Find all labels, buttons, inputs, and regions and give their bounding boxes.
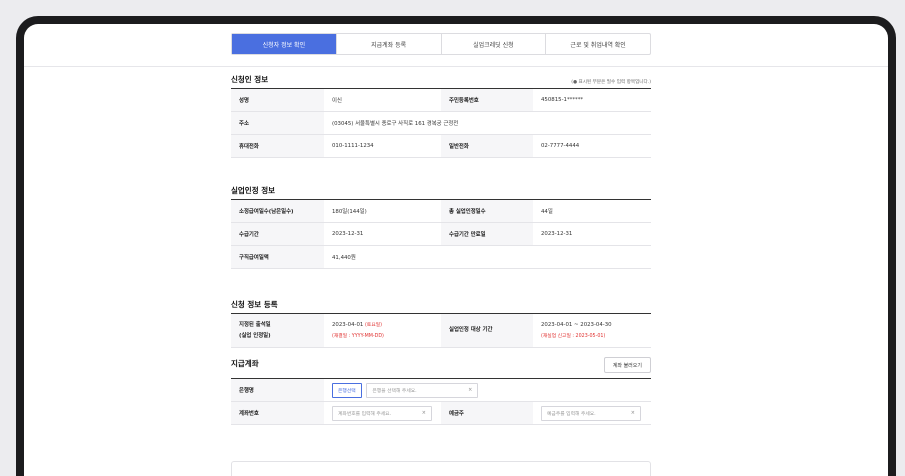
table-row: 계좌번호 계좌번호를 입력해 주세요. × 예금주 예금주를 입력해 주세요. … xyxy=(231,401,651,425)
target-period-label: 실업인정 대상 기간 xyxy=(441,313,533,348)
applicant-section-header: 신청인 정보 (● 표시된 부분은 필수 입력 항목입니다.) xyxy=(231,68,651,88)
mobile-value: 010-1111-1234 xyxy=(324,134,441,158)
applicant-table: 성명 이신 주민등록번호 450815-1****** 주소 (03045) 서… xyxy=(231,88,651,158)
recognition-section-title: 실업인정 정보 xyxy=(231,186,276,195)
table-row: 소정급여일수(남은일수) 180일(144일) 총 실업인정일수 44일 xyxy=(231,199,651,223)
recognition-table: 소정급여일수(남은일수) 180일(144일) 총 실업인정일수 44일 수급기… xyxy=(231,199,651,269)
clear-icon[interactable]: × xyxy=(422,410,426,416)
table-row: 지정된 출석일 (실업 인정일) 2023-04-01 (토요일) (재결일 :… xyxy=(231,313,651,348)
target-hint: (재실업 신고일 : 2023-05-01) xyxy=(541,333,606,339)
owner-cell: 예금주를 입력해 주세요. × xyxy=(533,401,651,425)
load-account-button[interactable]: 계좌 불러오기 xyxy=(603,357,651,373)
attend-date-label: 지정된 출석일 (실업 인정일) xyxy=(231,313,324,348)
target-period-value: 2023-04-01 ~ 2023-04-30 (재실업 신고일 : 2023-… xyxy=(533,313,651,348)
table-row: 수급기간 2023-12-31 수급기간 만료일 2023-12-31 xyxy=(231,222,651,246)
name-value: 이신 xyxy=(324,88,441,112)
account-section-title: 지급계좌 xyxy=(231,358,259,368)
next-section-box xyxy=(231,461,651,476)
phone-value: 02-7777-4444 xyxy=(533,134,651,158)
account-table: 은행명 은행선택 은행을 선택해 주세요. × 계좌번호 계좌번호를 입력해 주… xyxy=(231,378,651,425)
table-row: 은행명 은행선택 은행을 선택해 주세요. × xyxy=(231,378,651,402)
attend-day: (토요일) xyxy=(365,322,383,328)
bank-select-button[interactable]: 은행선택 xyxy=(332,382,362,398)
registration-section-header: 신청 정보 등록 xyxy=(231,293,651,313)
registration-table: 지정된 출석일 (실업 인정일) 2023-04-01 (토요일) (재결일 :… xyxy=(231,313,651,348)
rrn-value: 450815-1****** xyxy=(533,88,651,112)
account-number-input[interactable]: 계좌번호를 입력해 주세요. × xyxy=(332,405,432,421)
address-value: (03045) 서울특별시 종로구 사직로 161 경복궁 근정전 xyxy=(324,111,651,135)
clear-icon[interactable]: × xyxy=(631,410,635,416)
account-number-cell: 계좌번호를 입력해 주세요. × xyxy=(324,401,441,425)
table-row: 주소 (03045) 서울특별시 종로구 사직로 161 경복궁 근정전 xyxy=(231,111,651,135)
tab-applicant-info[interactable]: 신청자 정보 확인 xyxy=(232,34,337,54)
bank-input[interactable]: 은행을 선택해 주세요. × xyxy=(366,382,479,398)
owner-input[interactable]: 예금주를 입력해 주세요. × xyxy=(541,405,641,421)
period-label: 수급기간 xyxy=(231,222,324,246)
table-row: 휴대전화 010-1111-1234 일반전화 02-7777-4444 xyxy=(231,134,651,158)
clear-icon[interactable]: × xyxy=(468,387,472,393)
bank-field-cell: 은행선택 은행을 선택해 주세요. × xyxy=(324,378,651,402)
account-section-header: 지급계좌 계좌 불러오기 xyxy=(231,348,651,378)
account-number-label: 계좌번호 xyxy=(231,401,324,425)
owner-label: 예금주 xyxy=(441,401,533,425)
end-date-label: 수급기간 만료일 xyxy=(441,222,533,246)
period-value: 2023-12-31 xyxy=(324,222,441,246)
total-days-label: 총 실업인정일수 xyxy=(441,199,533,223)
step-tabs: 신청자 정보 확인 지급계좌 등록 실업크레딧 신청 근로 및 취업내역 확인 xyxy=(231,33,651,55)
tab-account-register[interactable]: 지급계좌 등록 xyxy=(337,34,442,54)
daily-amount-label: 구직급여일액 xyxy=(231,245,324,269)
main-content: 신청인 정보 (● 표시된 부분은 필수 입력 항목입니다.) 성명 이신 주민… xyxy=(231,68,651,425)
name-label: 성명 xyxy=(231,88,324,112)
mobile-label: 휴대전화 xyxy=(231,134,324,158)
device-frame: 신청자 정보 확인 지급계좌 등록 실업크레딧 신청 근로 및 취업내역 확인 … xyxy=(16,16,896,476)
days-value: 180일(144일) xyxy=(324,199,441,223)
bank-label: 은행명 xyxy=(231,378,324,402)
recognition-section-header: 실업인정 정보 xyxy=(231,179,651,199)
tab-work-history[interactable]: 근로 및 취업내역 확인 xyxy=(546,34,650,54)
required-note: (● 표시된 부분은 필수 입력 항목입니다.) xyxy=(571,80,651,85)
total-days-value: 44일 xyxy=(533,199,651,223)
attend-date-value: 2023-04-01 (토요일) (재결일 : YYYY-MM-DD) xyxy=(324,313,441,348)
tab-unemployment-credit[interactable]: 실업크레딧 신청 xyxy=(442,34,547,54)
table-row: 성명 이신 주민등록번호 450815-1****** xyxy=(231,88,651,112)
days-label: 소정급여일수(남은일수) xyxy=(231,199,324,223)
end-date-value: 2023-12-31 xyxy=(533,222,651,246)
attend-hint: (재결일 : YYYY-MM-DD) xyxy=(332,333,384,339)
rrn-label: 주민등록번호 xyxy=(441,88,533,112)
header-divider xyxy=(24,66,888,67)
address-label: 주소 xyxy=(231,111,324,135)
table-row: 구직급여일액 41,440원 xyxy=(231,245,651,269)
screen: 신청자 정보 확인 지급계좌 등록 실업크레딧 신청 근로 및 취업내역 확인 … xyxy=(24,24,888,476)
applicant-section-title: 신청인 정보 xyxy=(231,75,269,84)
phone-label: 일반전화 xyxy=(441,134,533,158)
daily-amount-value: 41,440원 xyxy=(324,245,441,269)
registration-section-title: 신청 정보 등록 xyxy=(231,300,278,309)
